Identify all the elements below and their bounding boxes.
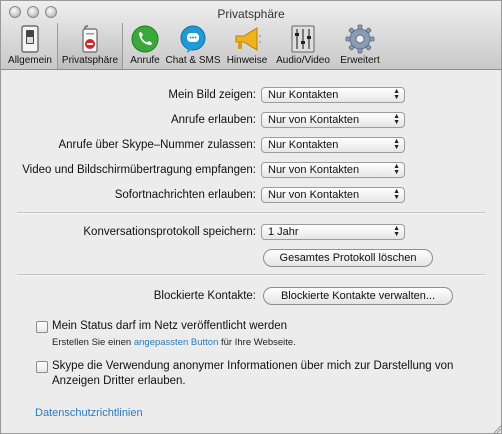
privacy-policy-link[interactable]: Datenschutzrichtlinien	[35, 407, 143, 419]
separator	[17, 274, 485, 276]
clear-history-button[interactable]: Gesamtes Protokoll löschen	[263, 249, 433, 267]
preferences-window: Privatsphäre Allgemein Privatsphäre Anru…	[0, 0, 502, 434]
select-value: Nur Kontakten	[268, 139, 339, 151]
select-value: Nur von Kontakten	[268, 189, 360, 201]
separator	[17, 212, 485, 214]
tab-label: Erweitert	[340, 55, 380, 66]
tab-hinweise[interactable]: Hinweise	[225, 23, 269, 69]
select-arrows-icon: ▲ ▼	[393, 188, 400, 201]
picture-select[interactable]: Nur Kontakten ▲ ▼	[261, 87, 405, 103]
title-bar: Privatsphäre Allgemein Privatsphäre Anru…	[1, 1, 501, 70]
calls-select[interactable]: Nur von Kontakten ▲ ▼	[261, 112, 405, 128]
messages-label: Sofortnachrichten erlauben:	[114, 189, 256, 201]
select-value: Nur von Kontakten	[268, 114, 360, 126]
select-arrows-icon: ▲ ▼	[393, 225, 400, 238]
gear-icon	[345, 24, 375, 54]
history-label: Konversationsprotokoll speichern:	[83, 226, 256, 238]
select-arrows-icon: ▲ ▼	[393, 88, 400, 101]
chat-bubble-icon	[180, 25, 206, 53]
online-status-checkbox[interactable]	[36, 321, 48, 333]
tab-audio-video[interactable]: Audio/Video	[273, 23, 333, 69]
tab-allgemein[interactable]: Allgemein	[5, 23, 55, 69]
tab-chat-sms[interactable]: Chat & SMS	[165, 23, 221, 69]
manage-blocked-button[interactable]: Blockierte Kontakte verwalten...	[263, 287, 453, 305]
anonymous-info-label-line2: Anzeigen Dritter erlauben.	[52, 375, 186, 387]
tab-label: Allgemein	[8, 55, 52, 66]
tab-label: Privatsphäre	[61, 55, 119, 66]
tab-erweitert[interactable]: Erweitert	[335, 23, 385, 69]
messages-select[interactable]: Nur von Kontakten ▲ ▼	[261, 187, 405, 203]
hint-text: Erstellen Sie einen	[52, 337, 134, 348]
anonymous-info-label-line1: Skype die Verwendung anonymer Informatio…	[52, 360, 454, 372]
phone-icon	[131, 25, 159, 53]
blocked-contacts-label: Blockierte Kontakte:	[153, 290, 256, 302]
select-value: Nur von Kontakten	[268, 164, 360, 176]
mixer-icon	[291, 25, 315, 53]
custom-button-link[interactable]: angepassten Button	[134, 337, 219, 348]
online-status-hint: Erstellen Sie einen angepassten Button f…	[52, 337, 296, 348]
skype-number-label: Anrufe über Skype–Nummer zulassen:	[58, 139, 256, 151]
select-value: 1 Jahr	[268, 226, 299, 238]
select-arrows-icon: ▲ ▼	[393, 163, 400, 176]
tab-label: Chat & SMS	[165, 55, 221, 66]
tab-label: Anrufe	[130, 55, 160, 66]
switch-icon	[21, 25, 39, 53]
resize-handle-icon[interactable]	[493, 425, 501, 433]
history-select[interactable]: 1 Jahr ▲ ▼	[261, 224, 405, 240]
anonymous-info-checkbox[interactable]	[36, 361, 48, 373]
video-select[interactable]: Nur von Kontakten ▲ ▼	[261, 162, 405, 178]
select-arrows-icon: ▲ ▼	[393, 138, 400, 151]
calls-label: Anrufe erlauben:	[170, 114, 256, 126]
tab-label: Audio/Video	[276, 55, 330, 66]
hint-text: für Ihre Webseite.	[218, 337, 296, 348]
skype-number-select[interactable]: Nur Kontakten ▲ ▼	[261, 137, 405, 153]
privacy-sign-icon	[82, 25, 98, 53]
select-arrows-icon: ▲ ▼	[393, 113, 400, 126]
tab-anrufe[interactable]: Anrufe	[125, 23, 165, 69]
tab-label: Hinweise	[226, 55, 268, 66]
picture-label: Mein Bild zeigen:	[168, 89, 256, 101]
megaphone-icon	[235, 27, 261, 51]
window-title: Privatsphäre	[217, 7, 285, 21]
tab-privatsphaere[interactable]: Privatsphäre	[57, 23, 123, 69]
select-value: Nur Kontakten	[268, 89, 339, 101]
video-label: Video und Bildschirmübertragung empfange…	[22, 164, 256, 176]
online-status-label: Mein Status darf im Netz veröffentlicht …	[52, 320, 288, 332]
